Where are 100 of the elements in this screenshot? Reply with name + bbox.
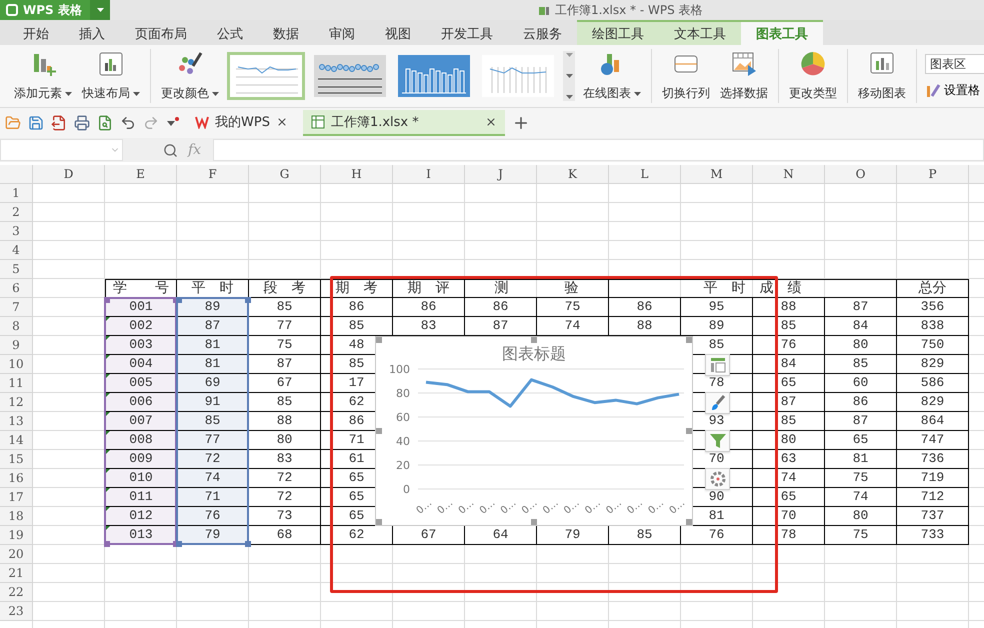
- menu-tab[interactable]: 开发工具: [426, 20, 508, 45]
- table-cell: 75: [852, 527, 868, 542]
- formula-input[interactable]: [213, 139, 984, 161]
- table-cell: 012: [129, 508, 153, 523]
- row-header[interactable]: 22: [0, 583, 33, 602]
- row-header[interactable]: 7: [0, 298, 33, 317]
- table-cell: 86: [852, 394, 868, 409]
- row-header[interactable]: 20: [0, 545, 33, 564]
- menu-tab[interactable]: 审阅: [314, 20, 370, 45]
- menu-tab[interactable]: 公式: [202, 20, 258, 45]
- menu-tab[interactable]: 数据: [258, 20, 314, 45]
- axis-label: 0…: [541, 498, 561, 517]
- ribbon-button[interactable]: 在线图表: [581, 50, 643, 102]
- chart-filter-button[interactable]: [705, 430, 730, 452]
- row-header[interactable]: 2: [0, 203, 33, 222]
- resize-handle[interactable]: [376, 519, 382, 525]
- row-header[interactable]: 5: [0, 260, 33, 279]
- ribbon-button[interactable]: 更改颜色: [159, 50, 221, 102]
- ribbon-button[interactable]: 快速布局: [80, 50, 142, 102]
- close-icon[interactable]: [276, 116, 288, 128]
- export-icon[interactable]: [51, 115, 67, 131]
- resize-handle[interactable]: [376, 337, 382, 343]
- row-header[interactable]: 6: [0, 279, 33, 298]
- row-header[interactable]: 12: [0, 393, 33, 412]
- row-header[interactable]: 15: [0, 450, 33, 469]
- save-icon[interactable]: [28, 115, 44, 131]
- row-header[interactable]: 21: [0, 564, 33, 583]
- menu-tab[interactable]: 文本工具: [659, 20, 741, 45]
- document-tab[interactable]: 工作簿1.xlsx *: [302, 110, 505, 136]
- chart-settings-button[interactable]: [705, 468, 730, 490]
- format-brush-icon: [925, 82, 941, 98]
- table-cell: 829: [920, 356, 944, 371]
- chart-style-option[interactable]: [311, 52, 389, 100]
- row-header[interactable]: 8: [0, 317, 33, 336]
- row-header[interactable]: 18: [0, 507, 33, 526]
- table-cell: 68: [276, 527, 292, 542]
- resize-handle[interactable]: [531, 337, 537, 343]
- table-cell: 17: [348, 375, 364, 390]
- resize-handle[interactable]: [531, 519, 537, 525]
- row-header[interactable]: 11: [0, 374, 33, 393]
- table-header: 平 时 成 绩: [704, 280, 802, 296]
- table-cell: 75: [564, 299, 580, 314]
- row-header[interactable]: 16: [0, 469, 33, 488]
- table-cell: 74: [564, 318, 580, 333]
- settings-icon: [708, 470, 726, 488]
- menu-tab[interactable]: 插入: [64, 20, 120, 45]
- table-header: 总分: [918, 280, 946, 296]
- close-icon[interactable]: [484, 116, 497, 128]
- table-cell: 88: [276, 413, 292, 428]
- chart-style-button[interactable]: [705, 392, 730, 414]
- row-header[interactable]: 1: [0, 184, 33, 203]
- menu-tab[interactable]: 图表工具: [741, 20, 823, 45]
- format-button[interactable]: 设置格: [925, 82, 984, 98]
- row-header[interactable]: 17: [0, 488, 33, 507]
- resize-handle[interactable]: [686, 519, 692, 525]
- table-cell: 733: [920, 527, 944, 542]
- resize-handle[interactable]: [686, 337, 692, 343]
- row-header[interactable]: 10: [0, 355, 33, 374]
- ribbon-button[interactable]: 添加元素: [12, 50, 74, 102]
- layout-icon: [97, 50, 125, 78]
- redo-icon[interactable]: [143, 115, 159, 131]
- table-cell: 83: [420, 318, 436, 333]
- search-icon[interactable]: [163, 142, 178, 158]
- table-cell: 77: [276, 318, 292, 333]
- row-header[interactable]: 3: [0, 222, 33, 241]
- table-header: 平 时: [192, 280, 234, 296]
- row-header[interactable]: 19: [0, 526, 33, 545]
- axis-label: 0…: [625, 498, 646, 517]
- row-header[interactable]: 13: [0, 412, 33, 431]
- ribbon-button[interactable]: 移动图表: [856, 50, 908, 102]
- row-header[interactable]: 23: [0, 602, 33, 621]
- document-tab[interactable]: 我的WPS: [187, 110, 296, 136]
- table-cell: 78: [708, 375, 724, 390]
- ribbon-button[interactable]: 选择数据: [718, 50, 770, 102]
- row-header[interactable]: 9: [0, 336, 33, 355]
- print-icon[interactable]: [74, 115, 90, 131]
- table-cell: 750: [920, 337, 944, 352]
- table-cell: 002: [129, 318, 153, 333]
- row-header[interactable]: 14: [0, 431, 33, 450]
- ribbon-button[interactable]: 切换行列: [660, 50, 712, 102]
- menu-tab[interactable]: 页面布局: [120, 20, 202, 45]
- print-preview-icon[interactable]: [97, 115, 113, 131]
- resize-handle[interactable]: [686, 428, 692, 434]
- table-cell: 74: [852, 489, 868, 504]
- ribbon-button[interactable]: 更改类型: [787, 50, 839, 102]
- chart-elements-button[interactable]: [705, 354, 730, 376]
- row-header[interactable]: 4: [0, 241, 33, 260]
- menu-tab[interactable]: 视图: [370, 20, 426, 45]
- menu-tab[interactable]: 开始: [8, 20, 64, 45]
- resize-handle[interactable]: [376, 428, 382, 434]
- open-folder-icon[interactable]: [5, 115, 21, 131]
- element-select[interactable]: 图表区: [925, 54, 984, 74]
- menu-tab[interactable]: 绘图工具: [577, 20, 659, 45]
- chart-style-drawing: [314, 55, 386, 97]
- table-cell: 85: [780, 318, 796, 333]
- line-chart[interactable]: 图表标题 0 20 40 60 80 100 0… 0… 0… 0… 0… 0… 0… 0… 0… 0… 0… 0… 0…: [375, 336, 693, 526]
- table-cell: 72: [204, 451, 220, 466]
- undo-icon[interactable]: [120, 115, 136, 131]
- gallery-scrollbar[interactable]: [563, 51, 575, 101]
- menu-tab[interactable]: 云服务: [508, 20, 577, 45]
